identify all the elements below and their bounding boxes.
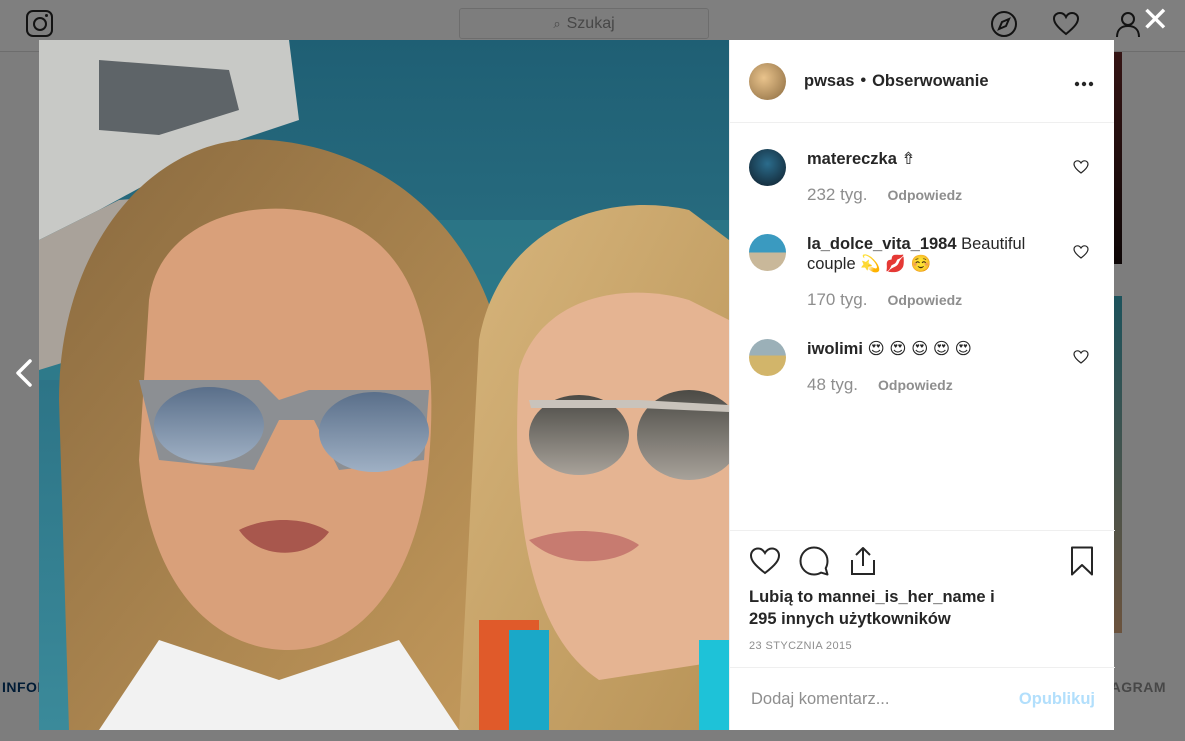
comment-bubble-icon[interactable] [798, 545, 830, 577]
comment-meta: 170 tyg. Odpowiedz [807, 290, 962, 310]
post-date[interactable]: 23 STYCZNIA 2015 [749, 640, 852, 652]
likes-line-2[interactable]: 295 innych użytkowników [749, 608, 995, 630]
comment-text: matereczka ⇮ [807, 149, 1047, 169]
post-actions-section: Lubią to mannei_is_her_name i 295 innych… [730, 530, 1115, 667]
commenter-username[interactable]: matereczka [807, 150, 897, 168]
commenter-avatar[interactable] [749, 234, 786, 271]
post-header: pwsas • Obserwowanie [730, 40, 1114, 123]
previous-post-chevron-icon[interactable] [10, 355, 38, 391]
author-avatar[interactable] [749, 62, 786, 100]
author-username[interactable]: pwsas [804, 72, 854, 91]
comment-text: la_dolce_vita_1984 Beautiful couple 💫 💋 … [807, 234, 1047, 274]
header-separator: • [860, 72, 867, 89]
more-options-icon[interactable] [1074, 75, 1094, 87]
comment-content: ⇮ [901, 150, 916, 168]
comment-timestamp[interactable]: 48 tyg. [807, 375, 858, 395]
comment-timestamp[interactable]: 232 tyg. [807, 185, 868, 205]
add-comment-form: Opublikuj [730, 667, 1115, 730]
post-side-panel: pwsas • Obserwowanie matereczka ⇮ 232 ty… [729, 40, 1115, 730]
reply-button[interactable]: Odpowiedz [888, 187, 963, 203]
comment-meta: 232 tyg. Odpowiedz [807, 185, 962, 205]
reply-button[interactable]: Odpowiedz [888, 292, 963, 308]
comment-like-heart-icon[interactable] [1073, 349, 1089, 365]
commenter-avatar[interactable] [749, 339, 786, 376]
comment-like-heart-icon[interactable] [1073, 244, 1089, 260]
following-button[interactable]: Obserwowanie [872, 72, 988, 91]
likes-line-1[interactable]: Lubią to mannei_is_her_name i [749, 586, 995, 608]
comment-content: 😍 😍 😍 😍 😍 [867, 340, 972, 358]
publish-button[interactable]: Opublikuj [1019, 690, 1095, 709]
comment-input[interactable] [751, 689, 1019, 709]
reply-button[interactable]: Odpowiedz [878, 377, 953, 393]
comment-text: iwolimi 😍 😍 😍 😍 😍 [807, 339, 1047, 359]
save-bookmark-icon[interactable] [1066, 545, 1098, 577]
like-heart-icon[interactable] [749, 545, 781, 577]
commenter-username[interactable]: iwolimi [807, 340, 863, 358]
share-upload-icon[interactable] [847, 545, 879, 577]
commenter-avatar[interactable] [749, 149, 786, 186]
post-photo[interactable] [39, 40, 729, 730]
comment-meta: 48 tyg. Odpowiedz [807, 375, 953, 395]
close-icon[interactable]: ✕ [1141, 3, 1170, 37]
post-modal: pwsas • Obserwowanie matereczka ⇮ 232 ty… [39, 40, 1115, 730]
commenter-username[interactable]: la_dolce_vita_1984 [807, 235, 957, 253]
comment-like-heart-icon[interactable] [1073, 159, 1089, 175]
selfie-photo-illustration [39, 40, 729, 730]
comment-timestamp[interactable]: 170 tyg. [807, 290, 868, 310]
likes-summary[interactable]: Lubią to mannei_is_her_name i 295 innych… [749, 586, 995, 630]
